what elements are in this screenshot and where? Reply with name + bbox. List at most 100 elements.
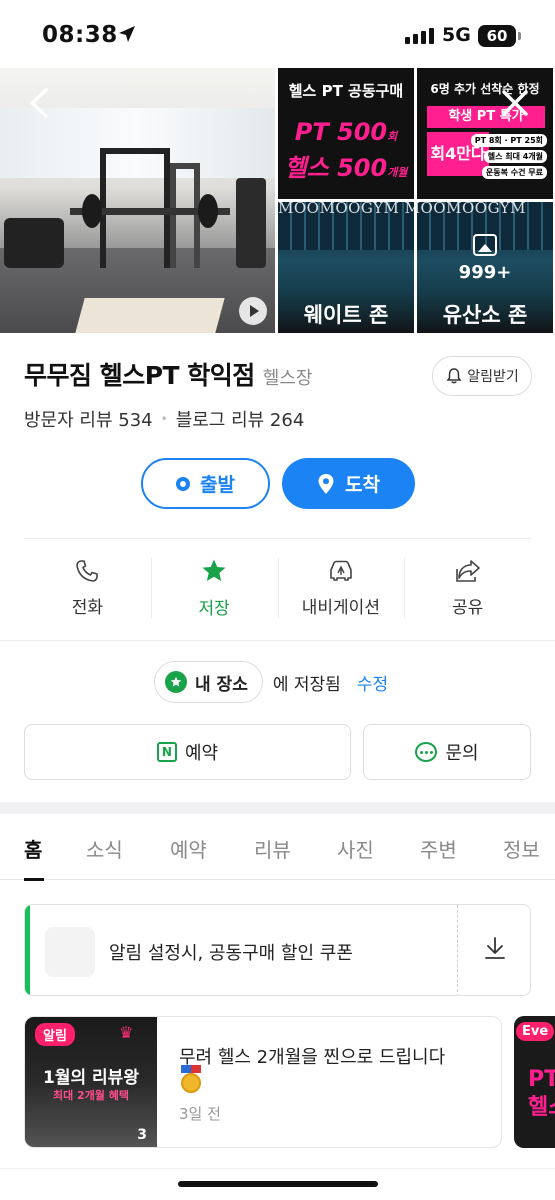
battery-icon: 60 bbox=[478, 25, 521, 47]
share-button[interactable]: 공유 bbox=[404, 548, 531, 628]
promo2-tag-2: 헬스 최대 4개월 bbox=[483, 150, 547, 163]
coupon-accent bbox=[25, 905, 30, 995]
photo-count: 999+ bbox=[458, 262, 512, 283]
coupon-text: 알림 설정시, 공동구매 할인 쿠폰 bbox=[109, 943, 353, 964]
tab-nearby[interactable]: 주변 bbox=[420, 834, 457, 863]
tab-reviews[interactable]: 리뷰 bbox=[254, 834, 291, 863]
promo-heading: 헬스 PT 공동구매 bbox=[288, 82, 404, 100]
place-name: 무무짐 헬스PT 학익점 bbox=[24, 361, 255, 390]
direction-buttons: 출발 도착 bbox=[141, 458, 415, 509]
bell-icon bbox=[446, 368, 462, 384]
news-thumb-count: 3 bbox=[137, 1127, 147, 1143]
promo2-tag-3: 운동복 수건 무료 bbox=[481, 166, 547, 179]
section-gap bbox=[0, 802, 555, 814]
naver-booking-icon: N bbox=[156, 742, 177, 762]
news-title: 무려 헬스 2개월을 찐으로 드립니다 bbox=[179, 1047, 446, 1068]
phone-icon bbox=[76, 559, 99, 582]
inquiry-label: 문의 bbox=[445, 743, 479, 764]
gold-medal-icon bbox=[181, 1065, 201, 1093]
image-icon bbox=[473, 234, 497, 256]
coupon-thumbnail bbox=[45, 927, 95, 977]
origin-dot-icon bbox=[176, 476, 191, 491]
booking-row: N 예약 문의 bbox=[24, 724, 531, 780]
saved-text: 에 저장됨 bbox=[272, 674, 341, 695]
inquiry-button[interactable]: 문의 bbox=[363, 724, 531, 780]
promo-line-1-unit: 회 bbox=[387, 130, 398, 143]
tab-photos[interactable]: 사진 bbox=[337, 834, 374, 863]
play-video-icon[interactable] bbox=[239, 297, 267, 325]
start-button[interactable]: 출발 bbox=[141, 458, 270, 509]
edit-link[interactable]: 수정 bbox=[357, 670, 388, 695]
saved-star-icon bbox=[165, 671, 187, 693]
blog-reviews-link[interactable]: 블로그 리뷰 264 bbox=[176, 406, 305, 432]
place-header: 무무짐 헬스PT 학익점 헬스장 bbox=[24, 356, 312, 392]
photo-tile-promo-1[interactable]: 헬스 PT 공동구매 PT 500회 헬스 500개월 bbox=[278, 68, 414, 199]
share-icon bbox=[455, 559, 480, 582]
map-pin-icon bbox=[318, 473, 334, 494]
signal-icon bbox=[405, 28, 434, 44]
network-type: 5G bbox=[442, 24, 471, 46]
watermark: MOOMOOGYM MOOMOOGYM bbox=[278, 199, 527, 217]
action-bar: 전화 저장 내비게이션 공유 bbox=[24, 548, 531, 628]
place-category: 헬스장 bbox=[262, 368, 313, 389]
tab-bar: 홈 소식 예약 리뷰 사진 주변 정보 bbox=[0, 814, 555, 880]
tab-booking[interactable]: 예약 bbox=[170, 834, 207, 863]
news2-tag: Eve bbox=[516, 1022, 555, 1041]
news2-text: PT 헬스 bbox=[528, 1067, 555, 1120]
active-tab-indicator bbox=[24, 878, 44, 881]
close-icon[interactable] bbox=[500, 88, 530, 118]
divider bbox=[24, 538, 531, 539]
coupon-card[interactable]: 알림 설정시, 공동구매 할인 쿠폰 bbox=[24, 904, 531, 996]
navigation-button[interactable]: 내비게이션 bbox=[277, 548, 405, 628]
status-bar: 08:38 5G 60 bbox=[0, 0, 555, 68]
news-thumb-sub: 최대 2개월 혜택 bbox=[52, 1089, 130, 1102]
tab-news[interactable]: 소식 bbox=[86, 834, 123, 863]
crown-icon: ♛ bbox=[119, 1023, 134, 1042]
promo-line-2: 헬스 500 bbox=[284, 154, 388, 182]
photo-tile-weight-zone[interactable]: 웨이트 존 bbox=[278, 202, 414, 333]
notification-button[interactable]: 알림받기 bbox=[432, 356, 532, 396]
photo-tile-promo-2[interactable]: 6명 추가 선착순 한정 학생 PT 특가 회4만다 PT 8회 · PT 25… bbox=[417, 68, 553, 199]
cardio-zone-label: 유산소 존 bbox=[442, 303, 528, 327]
news-thumb-headline: 1월의 리뷰왕 bbox=[43, 1068, 139, 1088]
promo-line-1: PT 500 bbox=[294, 118, 388, 146]
booking-button[interactable]: N 예약 bbox=[24, 724, 351, 780]
download-icon[interactable] bbox=[483, 935, 507, 961]
news-card[interactable]: 알림 ♛ 1월의 리뷰왕 최대 2개월 혜택 3 무려 헬스 2개월을 찐으로 … bbox=[24, 1016, 502, 1148]
back-arrow-icon[interactable] bbox=[26, 88, 52, 118]
promo2-heading: 6명 추가 선착순 한정 bbox=[430, 82, 540, 96]
location-arrow-icon bbox=[119, 26, 135, 42]
more-photos[interactable]: 999+ bbox=[417, 234, 553, 283]
status-time: 08:38 bbox=[42, 22, 118, 48]
share-label: 공유 bbox=[451, 597, 484, 618]
promo-line-2-unit: 개월 bbox=[387, 166, 408, 179]
save-button[interactable]: 저장 bbox=[150, 548, 278, 628]
arrive-button[interactable]: 도착 bbox=[282, 458, 415, 509]
news-thumb-tag: 알림 bbox=[35, 1023, 75, 1046]
separator-dot: • bbox=[160, 412, 168, 426]
star-icon bbox=[202, 559, 226, 581]
photo-tile-cardio-zone[interactable]: 999+ 유산소 존 bbox=[417, 202, 553, 333]
call-label: 전화 bbox=[71, 597, 104, 618]
visitor-reviews-link[interactable]: 방문자 리뷰 534 bbox=[24, 406, 153, 432]
home-indicator[interactable] bbox=[178, 1181, 378, 1187]
call-button[interactable]: 전화 bbox=[24, 548, 151, 628]
my-places-chip[interactable]: 내 장소 bbox=[154, 661, 263, 703]
tab-home[interactable]: 홈 bbox=[24, 834, 42, 863]
save-label: 저장 bbox=[198, 598, 230, 619]
car-icon bbox=[330, 560, 352, 581]
coupon-perforation bbox=[457, 905, 458, 995]
promo2-tag-1: PT 8회 · PT 25회 bbox=[470, 134, 547, 147]
arrive-label: 도착 bbox=[345, 474, 380, 496]
news-date: 3일 전 bbox=[179, 1105, 221, 1123]
start-label: 출발 bbox=[200, 474, 235, 496]
review-summary: 방문자 리뷰 534 • 블로그 리뷰 264 bbox=[24, 406, 304, 432]
saved-status: 내 장소 에 저장됨 수정 bbox=[154, 661, 388, 703]
section-divider bbox=[0, 640, 555, 641]
booking-label: 예약 bbox=[184, 743, 219, 764]
news-thumbnail: 알림 ♛ 1월의 리뷰왕 최대 2개월 혜택 3 bbox=[25, 1017, 157, 1147]
tab-info[interactable]: 정보 bbox=[503, 834, 540, 863]
news-card-next[interactable]: Eve PT 헬스 bbox=[514, 1016, 555, 1148]
navigation-label: 내비게이션 bbox=[301, 597, 380, 618]
weight-zone-label: 웨이트 존 bbox=[303, 303, 389, 327]
